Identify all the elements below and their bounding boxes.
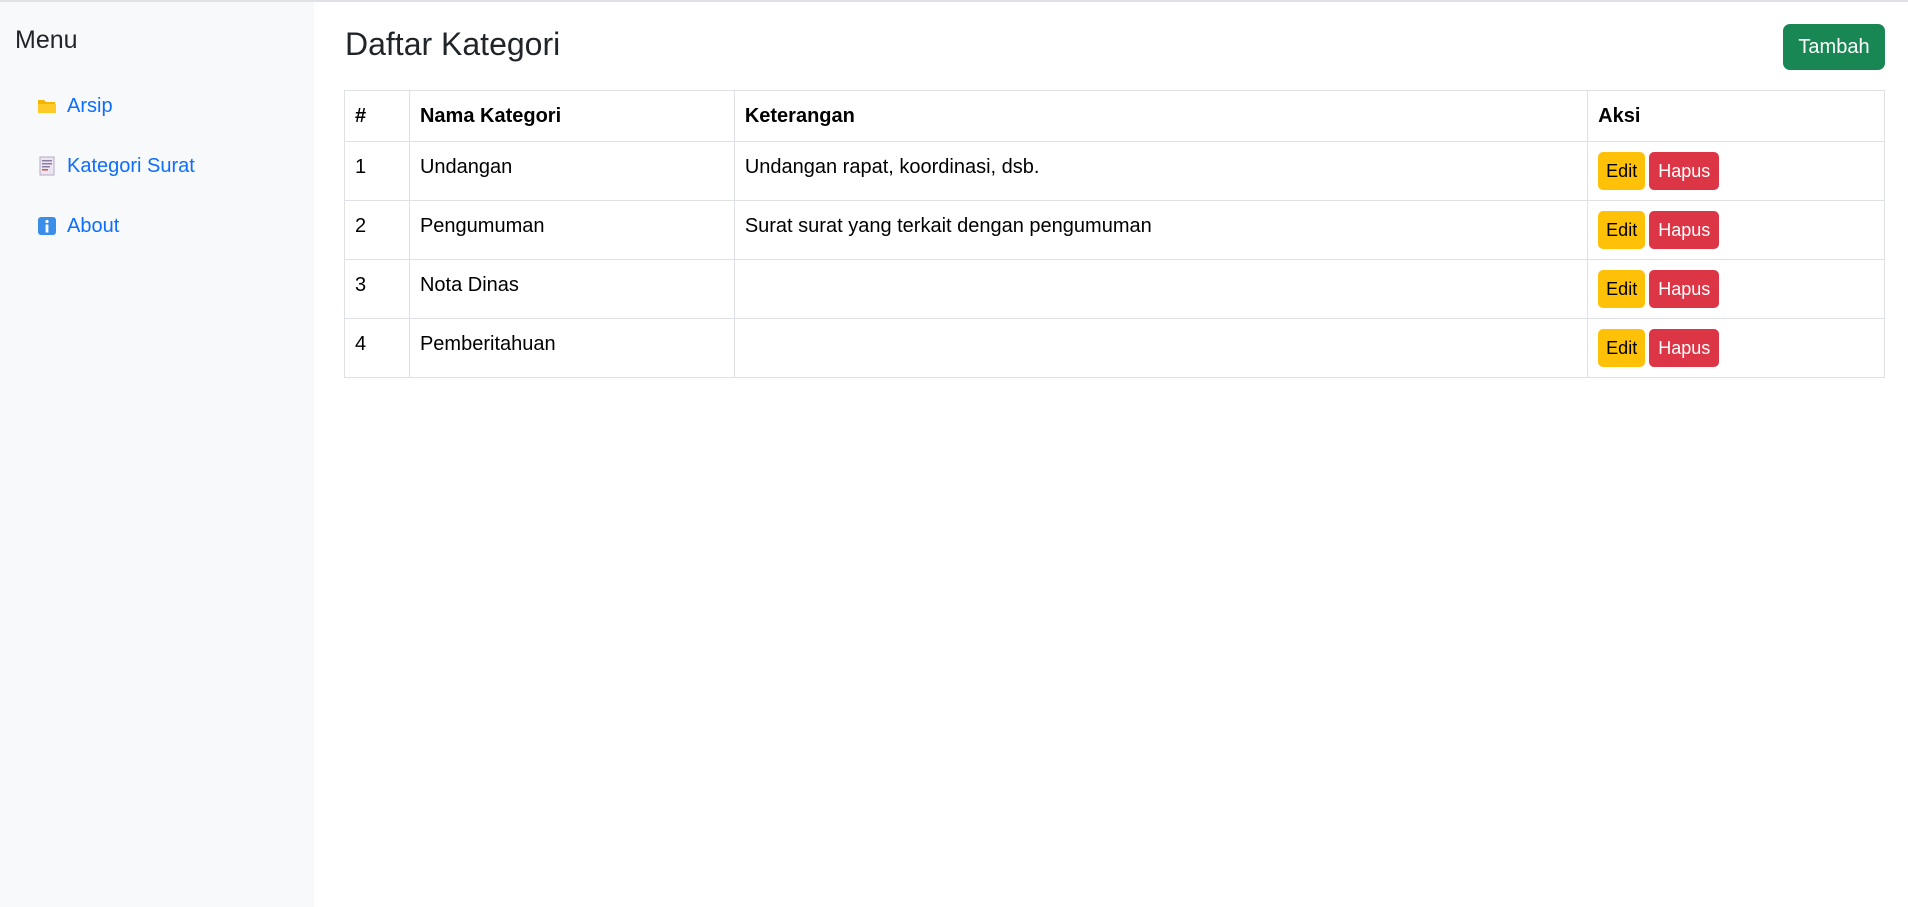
- edit-button[interactable]: Edit: [1598, 329, 1646, 367]
- table-row: 3 Nota Dinas Edit Hapus: [344, 259, 1885, 319]
- sidebar-item-label: About: [67, 214, 120, 237]
- cell-name: Pemberitahuan: [408, 318, 735, 378]
- cell-actions: Edit Hapus: [1587, 141, 1885, 201]
- cell-description: [733, 259, 1589, 319]
- column-header-name: Nama Kategori: [408, 90, 735, 142]
- column-header-number: #: [344, 90, 410, 142]
- table-body: 1 Undangan Undangan rapat, koordinasi, d…: [344, 141, 1885, 378]
- cell-name: Undangan: [408, 141, 735, 201]
- edit-button[interactable]: Edit: [1598, 152, 1646, 190]
- cell-description: Undangan rapat, koordinasi, dsb.: [733, 141, 1589, 201]
- table-row: 2 Pengumuman Surat surat yang terkait de…: [344, 200, 1885, 260]
- sidebar-item-arsip[interactable]: Arsip: [37, 94, 314, 118]
- cell-number: 2: [344, 200, 410, 260]
- cell-actions: Edit Hapus: [1587, 318, 1885, 378]
- main-content: Daftar Kategori Tambah # Nama Kategori K…: [314, 2, 1908, 907]
- column-header-actions: Aksi: [1587, 90, 1885, 142]
- app-layout: Menu Arsip Kategori Surat About Daftar K…: [0, 2, 1908, 907]
- cell-name: Nota Dinas: [408, 259, 735, 319]
- cell-description: [733, 318, 1589, 378]
- table-header: # Nama Kategori Keterangan Aksi: [344, 90, 1885, 142]
- info-icon: [37, 216, 57, 236]
- table-row: 4 Pemberitahuan Edit Hapus: [344, 318, 1885, 378]
- document-icon: [37, 156, 57, 176]
- category-table: # Nama Kategori Keterangan Aksi 1 Undang…: [344, 90, 1885, 378]
- cell-number: 3: [344, 259, 410, 319]
- sidebar-item-kategori-surat[interactable]: Kategori Surat: [37, 154, 314, 178]
- sidebar-item-label: Arsip: [67, 94, 113, 117]
- page-title: Daftar Kategori: [345, 26, 561, 62]
- table-header-row: # Nama Kategori Keterangan Aksi: [344, 90, 1885, 142]
- column-header-description: Keterangan: [733, 90, 1589, 142]
- edit-button[interactable]: Edit: [1598, 270, 1646, 308]
- cell-number: 4: [344, 318, 410, 378]
- sidebar-item-label: Kategori Surat: [67, 154, 195, 177]
- sidebar-item-about[interactable]: About: [37, 214, 314, 238]
- cell-number: 1: [344, 141, 410, 201]
- edit-button[interactable]: Edit: [1598, 211, 1646, 249]
- delete-button[interactable]: Hapus: [1649, 152, 1720, 190]
- delete-button[interactable]: Hapus: [1649, 211, 1720, 249]
- sidebar-title: Menu: [15, 26, 78, 54]
- delete-button[interactable]: Hapus: [1649, 329, 1720, 367]
- cell-description: Surat surat yang terkait dengan pengumum…: [733, 200, 1589, 260]
- add-button[interactable]: Tambah: [1783, 24, 1885, 70]
- table-row: 1 Undangan Undangan rapat, koordinasi, d…: [344, 141, 1885, 201]
- cell-name: Pengumuman: [408, 200, 735, 260]
- cell-actions: Edit Hapus: [1587, 259, 1885, 319]
- folder-icon: [37, 96, 57, 116]
- cell-actions: Edit Hapus: [1587, 200, 1885, 260]
- sidebar: Menu Arsip Kategori Surat About: [0, 2, 314, 907]
- sidebar-nav: Arsip Kategori Surat About: [15, 94, 314, 238]
- delete-button[interactable]: Hapus: [1649, 270, 1720, 308]
